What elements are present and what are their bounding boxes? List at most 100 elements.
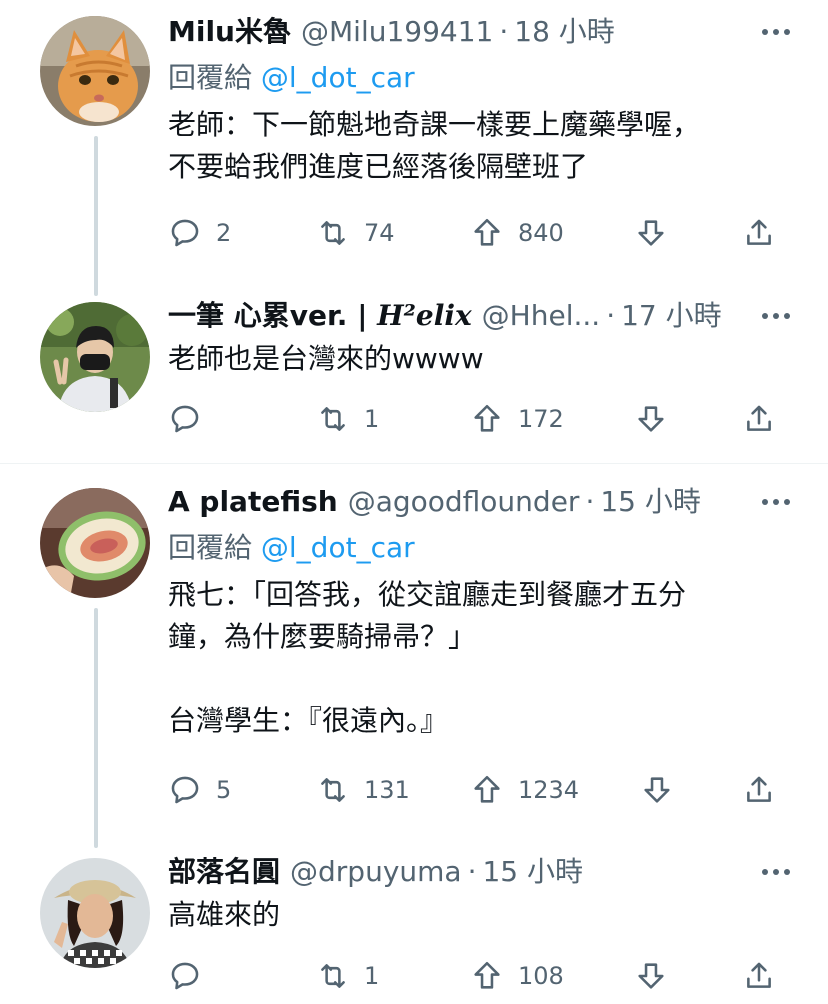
retweet-count: 1	[364, 962, 380, 990]
display-name[interactable]: 部落名圓	[168, 852, 280, 892]
reply-mention-link[interactable]: @l_dot_car	[261, 61, 415, 94]
reply-mention-link[interactable]: @l_dot_car	[261, 531, 415, 564]
upvote-button[interactable]: 1234	[470, 770, 579, 810]
more-options-icon[interactable]	[756, 482, 796, 522]
display-name-text: 一筆 心累ver. |	[168, 299, 378, 332]
user-handle[interactable]: @Milu199411	[301, 12, 493, 52]
avatar[interactable]	[40, 302, 150, 412]
more-options-icon[interactable]	[756, 852, 796, 892]
retweet-icon	[321, 221, 345, 245]
share-button[interactable]	[742, 213, 776, 253]
tweet-header: 一筆 心累ver. | H²elix @Hhel... · 17 小時	[168, 296, 796, 336]
more-options-icon[interactable]	[756, 296, 796, 336]
separator-dot: ·	[585, 485, 595, 518]
retweet-button[interactable]: 74	[316, 213, 395, 253]
timestamp[interactable]: 15 小時	[482, 852, 583, 892]
separator-dot: ·	[467, 855, 477, 888]
tweet[interactable]: 一筆 心累ver. | H²elix @Hhel... · 17 小時 老師也是…	[0, 290, 828, 462]
tweet-actions: 1 172	[168, 399, 788, 439]
tweet-text-line: 鐘，為什麼要騎掃帚？」	[168, 620, 477, 653]
separator-dot: ·	[499, 15, 509, 48]
retweet-button[interactable]: 131	[316, 770, 410, 810]
reply-count: 5	[216, 776, 232, 804]
tweet-actions: 5 131 1234	[168, 770, 788, 810]
share-button[interactable]	[742, 770, 776, 810]
retweet-count: 131	[364, 776, 410, 804]
tweet[interactable]: A platefish @agoodflounder · 15 小時 回覆給 @…	[0, 464, 828, 834]
tweet-header: 部落名圓 @drpuyuma · 15 小時	[168, 852, 796, 892]
upvote-button[interactable]: 108	[470, 956, 564, 996]
retweet-icon	[321, 964, 345, 988]
tweet-text-line: 不要蛤我們進度已經落後隔壁班了	[168, 150, 589, 183]
tweet-actions: 2 74 840	[168, 213, 788, 253]
share-icon	[747, 219, 771, 245]
arrow-up-icon	[474, 775, 500, 803]
timestamp[interactable]: 15 小時	[600, 482, 701, 522]
arrow-down-icon	[638, 406, 664, 432]
downvote-button[interactable]	[634, 399, 668, 439]
tweet-text-line: 老師：下一節魁地奇課一樣要上魔藥學喔，	[168, 108, 701, 141]
reply-bubble-icon	[171, 219, 199, 247]
orange-cat-avatar-image	[40, 16, 150, 126]
tweet-text: 飛七：「回答我，從交誼廳走到餐廳才五分 鐘，為什麼要騎掃帚？」 台灣學生：『很遠…	[168, 574, 796, 742]
user-handle[interactable]: @agoodflounder	[348, 482, 580, 522]
timestamp[interactable]: 17 小時	[621, 296, 722, 336]
reply-prefix: 回覆給	[168, 531, 261, 564]
tweet-text-line: 老師也是台灣來的wwww	[168, 342, 484, 375]
share-button[interactable]	[742, 956, 776, 996]
reply-bubble-icon	[171, 405, 199, 433]
tweet-header: A platefish @agoodflounder · 15 小時	[168, 482, 796, 522]
fruit-half-avatar-image	[40, 488, 150, 598]
downvote-button[interactable]	[640, 770, 674, 810]
arrow-up-icon	[474, 404, 500, 432]
downvote-button[interactable]	[634, 213, 668, 253]
retweet-icon	[321, 778, 345, 802]
display-name[interactable]: Milu米魯	[168, 12, 291, 52]
reply-button[interactable]	[168, 956, 216, 996]
arrow-up-icon	[474, 961, 500, 989]
tweet[interactable]: 部落名圓 @drpuyuma · 15 小時 高雄來的 1 108	[0, 834, 828, 1004]
separator-dot: ·	[606, 299, 616, 332]
retweet-button[interactable]: 1	[316, 956, 379, 996]
retweet-button[interactable]: 1	[316, 399, 379, 439]
reply-bubble-icon	[171, 776, 199, 804]
share-button[interactable]	[742, 399, 776, 439]
tweet-text: 高雄來的	[168, 894, 796, 936]
tweet-text-line: 高雄來的	[168, 898, 281, 931]
share-icon	[747, 962, 771, 988]
avatar[interactable]	[40, 16, 150, 126]
tweet[interactable]: Milu米魯 @Milu199411 · 18 小時 回覆給 @l_dot_ca…	[0, 0, 828, 290]
display-name[interactable]: 一筆 心累ver. | H²elix	[168, 296, 472, 336]
downvote-button[interactable]	[634, 956, 668, 996]
avatar[interactable]	[40, 858, 150, 968]
share-icon	[747, 776, 771, 802]
display-name[interactable]: A platefish	[168, 482, 338, 522]
display-name-styled: H²elix	[377, 299, 472, 332]
reply-button[interactable]: 5	[168, 770, 231, 810]
more-options-icon[interactable]	[756, 12, 796, 52]
woman-hat-avatar-image	[40, 858, 150, 968]
upvote-button[interactable]: 172	[470, 399, 564, 439]
tweet-text-line: 台灣學生：『很遠內。』	[168, 704, 449, 737]
avatar[interactable]	[40, 488, 150, 598]
share-icon	[747, 405, 771, 431]
upvote-button[interactable]: 840	[470, 213, 564, 253]
arrow-down-icon	[638, 220, 664, 246]
upvote-count: 1234	[518, 776, 580, 804]
retweet-icon	[321, 407, 345, 431]
reply-count: 2	[216, 219, 232, 247]
user-handle[interactable]: @Hhel...	[482, 296, 601, 336]
arrow-down-icon	[644, 777, 670, 803]
tweet-text-line: 飛七：「回答我，從交誼廳走到餐廳才五分	[168, 578, 687, 611]
reply-bubble-icon	[171, 962, 199, 990]
masked-person-avatar-image	[40, 302, 150, 412]
user-handle[interactable]: @drpuyuma	[290, 852, 462, 892]
reply-button[interactable]: 2	[168, 213, 231, 253]
tweet-text-line	[168, 658, 796, 700]
reply-button[interactable]	[168, 399, 216, 439]
timestamp[interactable]: 18 小時	[514, 12, 615, 52]
reply-context: 回覆給 @l_dot_car	[168, 528, 796, 568]
upvote-count: 108	[518, 962, 564, 990]
retweet-count: 1	[364, 405, 380, 433]
upvote-count: 840	[518, 219, 564, 247]
